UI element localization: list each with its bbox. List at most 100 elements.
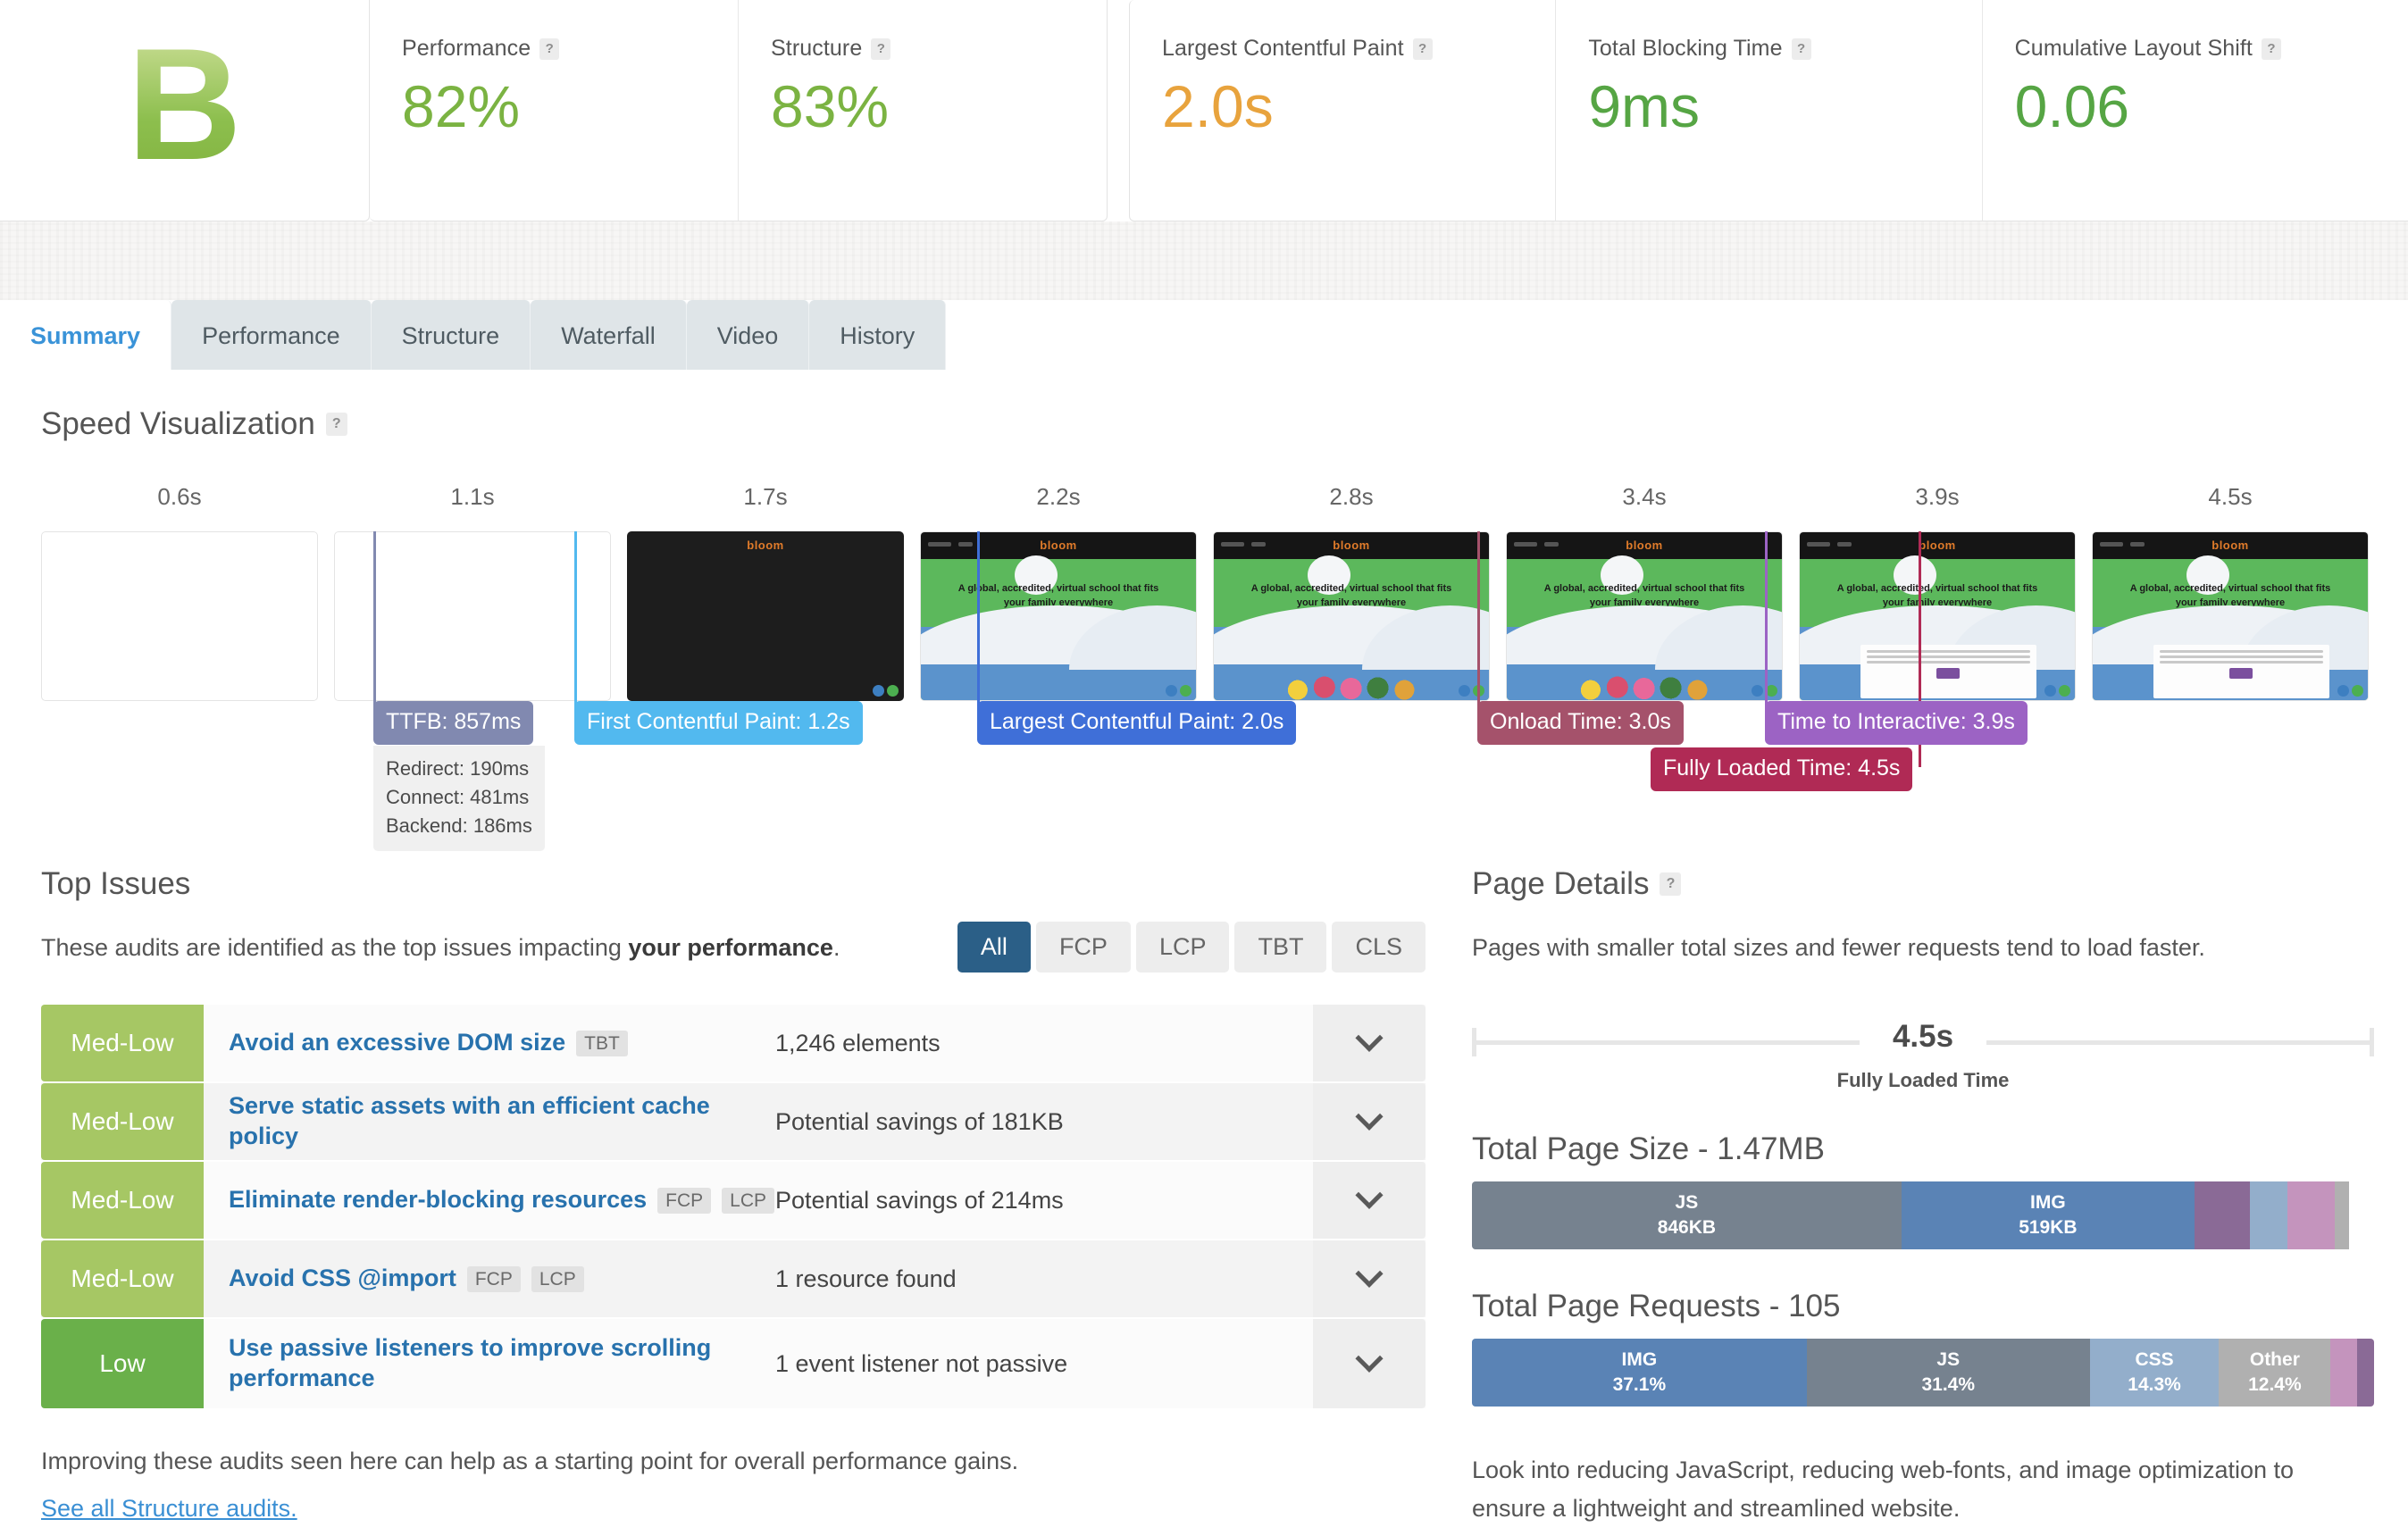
site-logo: bloom xyxy=(2212,538,2249,552)
issue-row[interactable]: Low Use passive listeners to improve scro… xyxy=(41,1319,1426,1408)
cookie-modal[interactable] xyxy=(1860,645,2036,698)
ttfb-breakdown-item: Backend: 186ms xyxy=(386,814,532,837)
issue-link[interactable]: Use passive listeners to improve scrolli… xyxy=(229,1333,775,1394)
page-details-footer: Look into reducing JavaScript, reducing … xyxy=(1472,1457,2295,1523)
site-hero: A global, accredited, virtual school tha… xyxy=(1214,555,1489,700)
site-topbar: bloom xyxy=(2093,532,2368,559)
help-icon[interactable]: ? xyxy=(325,413,347,436)
site-hero: A global, accredited, virtual school tha… xyxy=(921,555,1196,700)
metric-lcp: Largest Contentful Paint ? 2.0s xyxy=(1130,0,1555,221)
issue-row[interactable]: Med-Low Serve static assets with an effic… xyxy=(41,1083,1426,1160)
bar-segment-js[interactable]: JS 846KB xyxy=(1472,1181,1902,1249)
filter-tbt-button[interactable]: TBT xyxy=(1234,922,1327,973)
severity-badge: Med-Low xyxy=(41,1005,204,1081)
tab-history-label: History xyxy=(840,321,916,349)
speed-visualization-section: Speed Visualization ? 0.6s 1.1s 1.7s 2.2s 2.… xyxy=(41,406,2372,851)
bar-segment-font[interactable] xyxy=(2195,1181,2250,1249)
bar-segment-img[interactable]: IMG 519KB xyxy=(1901,1181,2195,1249)
issue-row[interactable]: Med-Low Eliminate render-blocking resourc… xyxy=(41,1162,1426,1239)
issue-name-cell: Serve static assets with an efficient ca… xyxy=(204,1083,775,1160)
issue-row[interactable]: Med-Low Avoid an excessive DOM size TBT 1,2… xyxy=(41,1005,1426,1081)
site-logo: bloom xyxy=(1919,538,1956,552)
issue-name-cell: Eliminate render-blocking resources FCP LC… xyxy=(204,1162,775,1239)
issues-table: Med-Low Avoid an excessive DOM size TBT 1,2… xyxy=(41,1005,1426,1408)
ttfb-breakdown-item: Redirect: 190ms xyxy=(386,757,530,780)
filmstrip-frame[interactable]: bloom A global, accredited, virtual schoo… xyxy=(1506,531,1783,701)
tab-waterfall[interactable]: Waterfall xyxy=(531,300,687,371)
tab-performance[interactable]: Performance xyxy=(171,300,372,371)
bar-segment-css[interactable]: CSS 14.3% xyxy=(2089,1339,2220,1407)
filmstrip-frame[interactable]: bloom A global, accredited, virtual schoo… xyxy=(2092,531,2369,701)
cookie-modal[interactable] xyxy=(2153,645,2329,698)
filter-lcp-button[interactable]: LCP xyxy=(1135,922,1230,973)
bar-segment-js[interactable]: JS 31.4% xyxy=(1806,1339,2090,1407)
help-icon[interactable]: ? xyxy=(1660,872,1682,896)
ruler-right-line xyxy=(1986,1040,2374,1045)
page-details-title-text: Page Details xyxy=(1472,866,1650,901)
see-all-structure-audits-link[interactable]: See all Structure audits. xyxy=(41,1495,297,1523)
expand-row-button[interactable] xyxy=(1313,1083,1426,1160)
filmstrip-frame[interactable] xyxy=(41,531,318,701)
bar-segment-other[interactable]: Other 12.4% xyxy=(2219,1339,2331,1407)
filmstrip-frame[interactable]: bloom xyxy=(627,531,904,701)
ttfb-breakdown: Redirect: 190ms Connect: 481ms Backend: 18… xyxy=(373,746,545,851)
help-icon[interactable]: ? xyxy=(2261,38,2281,60)
tab-structure[interactable]: Structure xyxy=(371,300,531,371)
severity-badge: Med-Low xyxy=(41,1083,204,1160)
expand-row-button[interactable] xyxy=(1313,1240,1426,1317)
issue-link[interactable]: Avoid CSS @import xyxy=(229,1264,456,1294)
site-hero: A global, accredited, virtual school tha… xyxy=(1800,555,2075,700)
scores-group: Performance ? 82% Structure ? 83% xyxy=(370,0,1108,221)
timeline-tick: 3.9s xyxy=(1915,483,1960,510)
speed-visualization-title-text: Speed Visualization xyxy=(41,406,315,441)
filmstrip-frame[interactable]: bloom A global, accredited, virtual schoo… xyxy=(920,531,1197,701)
metric-tbt-value: 9ms xyxy=(1588,73,1701,139)
bar-segment-img[interactable]: IMG 37.1% xyxy=(1472,1339,1807,1407)
segment-label: JS xyxy=(1675,1191,1699,1213)
expand-row-button[interactable] xyxy=(1313,1319,1426,1408)
ttfb-breakdown-item: Connect: 481ms xyxy=(386,785,530,808)
bar-segment-font[interactable] xyxy=(2330,1339,2357,1407)
issue-link[interactable]: Avoid an excessive DOM size xyxy=(229,1028,565,1058)
filmstrip-frame[interactable]: bloom A global, accredited, virtual schoo… xyxy=(1213,531,1490,701)
metric-performance-text: Performance xyxy=(402,36,531,61)
filter-all-button[interactable]: All xyxy=(957,922,1031,973)
filter-fcp-button[interactable]: FCP xyxy=(1035,922,1131,973)
tab-video[interactable]: Video xyxy=(686,300,810,371)
total-page-requests-title: Total Page Requests - 105 xyxy=(1472,1289,1841,1323)
bar-segment-html[interactable] xyxy=(2356,1339,2374,1407)
top-issues-footer: Improving these audits seen here can hel… xyxy=(41,1448,1426,1523)
site-hero: A global, accredited, virtual school tha… xyxy=(2093,555,2368,700)
hero-people-image xyxy=(1279,666,1429,700)
top-issues-title: Top Issues xyxy=(41,866,1426,902)
timeline-marker-fcp: First Contentful Paint: 1.2s xyxy=(574,701,863,745)
site-logo: bloom xyxy=(1333,538,1370,552)
filter-cls-button[interactable]: CLS xyxy=(1332,922,1426,973)
tab-summary[interactable]: Summary xyxy=(0,300,172,371)
timeline-marker-line xyxy=(373,531,376,721)
grade-card: B xyxy=(0,0,370,221)
expand-row-button[interactable] xyxy=(1313,1005,1426,1081)
fully-loaded-ruler: 4.5s xyxy=(1472,1017,2374,1064)
help-icon[interactable]: ? xyxy=(539,38,560,60)
help-icon[interactable]: ? xyxy=(1412,38,1433,60)
issue-row[interactable]: Med-Low Avoid CSS @import FCP LCP 1 resource… xyxy=(41,1240,1426,1317)
bar-segment-html[interactable] xyxy=(2287,1181,2335,1249)
expand-row-button[interactable] xyxy=(1313,1162,1426,1239)
tab-history[interactable]: History xyxy=(809,300,947,371)
help-icon[interactable]: ? xyxy=(871,38,891,60)
filmstrip-frame[interactable]: bloom A global, accredited, virtual schoo… xyxy=(1799,531,2076,701)
corner-badges xyxy=(873,685,899,697)
timeline-marker-ttfb: TTFB: 857ms xyxy=(373,701,534,745)
timeline-tick: 4.5s xyxy=(2208,483,2253,510)
page-details-description: Pages with smaller total sizes and fewer… xyxy=(1472,934,2205,961)
issue-link[interactable]: Serve static assets with an efficient ca… xyxy=(229,1091,775,1152)
help-icon[interactable]: ? xyxy=(1791,38,1811,60)
bar-segment-other[interactable] xyxy=(2334,1181,2349,1249)
timeline-tick: 3.4s xyxy=(1622,483,1667,510)
issue-link[interactable]: Eliminate render-blocking resources xyxy=(229,1185,647,1215)
bar-segment-css[interactable] xyxy=(2249,1181,2288,1249)
metric-structure-value: 83% xyxy=(771,73,890,139)
report-page: B Performance ? 82% Structure ? 83% Larg… xyxy=(0,0,2408,1536)
metric-performance: Performance ? 82% xyxy=(370,0,738,221)
